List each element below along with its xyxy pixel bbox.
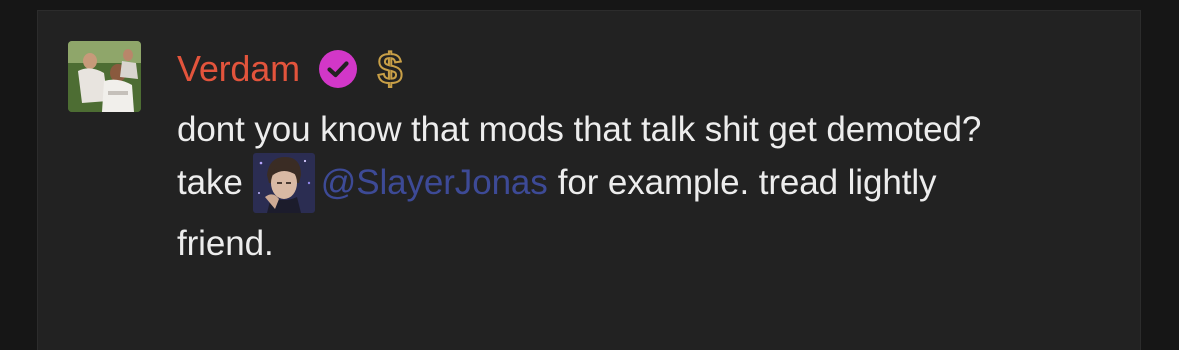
message-text: for example. tread lightly	[557, 163, 937, 202]
dollar-sign-icon: $	[372, 44, 408, 95]
message-text: friend.	[177, 224, 274, 263]
message-line-1: dont you know that mods that talk shit g…	[177, 103, 1117, 156]
user-mention-link[interactable]: @SlayerJonas	[321, 156, 548, 209]
author-name[interactable]: Verdam	[177, 44, 300, 94]
verified-check-icon	[318, 49, 358, 89]
mention-avatar[interactable]	[252, 152, 315, 213]
message-line-2: take @SlayerJonas for example. tread lig…	[177, 152, 1117, 213]
message-text: dont you know that mods that talk shit g…	[177, 110, 982, 149]
mention-avatar-image	[252, 152, 315, 213]
message-text: take	[177, 163, 243, 202]
user-avatar-image	[68, 41, 141, 112]
message-body: dont you know that mods that talk shit g…	[177, 103, 1117, 270]
message-header: Verdam $	[177, 44, 408, 95]
user-avatar[interactable]	[68, 41, 141, 112]
svg-text:$: $	[378, 46, 402, 92]
message-line-3: friend.	[177, 217, 1117, 270]
